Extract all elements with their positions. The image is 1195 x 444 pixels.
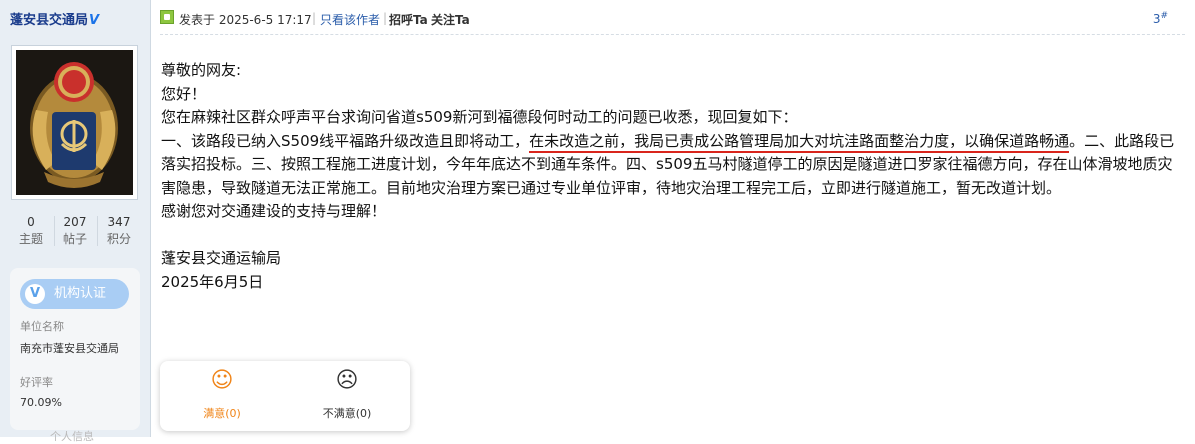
thanks-line: 感谢您对交通建设的支持与理解！ [161, 202, 387, 220]
header-divider [160, 34, 1185, 35]
dissatisfied-label: 不满意(0) [322, 407, 372, 420]
unit-name-value: 南充市蓬安县交通局 [20, 342, 119, 355]
institution-cert-button[interactable]: V 机构认证 [20, 279, 129, 309]
satisfied-button[interactable]: ☺ 满意(0) [172, 369, 272, 421]
stat-topics[interactable]: 0 主题 [6, 214, 56, 248]
post-timestamp: 发表于 2025-6-5 17:17 [179, 13, 312, 27]
author-stats: 0 主题 207 帖子 347 积分 [0, 214, 150, 250]
frown-icon: ☹ [335, 368, 359, 393]
satisfied-label: 满意(0) [203, 407, 241, 420]
good-rating-value: 70.09% [20, 396, 62, 409]
avatar-image [16, 50, 133, 195]
underlined-highlight: 在未改造之前，我局已责成公路管理局加大对坑洼路面整治力度，以确保道路畅通 [529, 131, 1070, 153]
post-body: 尊敬的网友: 您好！ 您在麻辣社区群众呼声平台求询问省道s509新河到福德段何时… [161, 59, 1176, 294]
verified-icon: V [89, 13, 100, 28]
stat-topics-value: 0 [27, 215, 35, 229]
verification-panel: V 机构认证 单位名称 南充市蓬安县交通局 好评率 70.09% [10, 268, 140, 430]
only-author-link[interactable]: 只看该作者 [320, 11, 380, 28]
stats-divider [54, 216, 55, 246]
verified-v-icon: V [25, 284, 45, 304]
stat-posts-value: 207 [63, 215, 87, 229]
stat-topics-label: 主题 [18, 232, 43, 246]
floor-number-link[interactable]: 3# [1153, 11, 1168, 26]
stats-divider [97, 216, 98, 246]
floor-hash-mark: # [1160, 11, 1168, 21]
salutation: 尊敬的网友: [161, 61, 242, 79]
post-header: 发表于 2025-6-5 17:17 | 只看该作者 | 招呼Ta 关注Ta 3… [160, 8, 1180, 30]
stat-posts[interactable]: 207 帖子 [50, 214, 100, 248]
signature-date: 2025年6月5日 [161, 272, 264, 291]
author-sidebar: 蓬安县交通局V 0 主题 207 帖子 347 积分 V 机构认证 单位名称 南… [0, 0, 151, 443]
header-separator: | [312, 11, 317, 25]
signature: 蓬安县交通运输局 [161, 249, 282, 267]
greeting-line: 您好！ [161, 84, 207, 103]
faded-section-label: 个人信息 [50, 430, 94, 443]
avatar[interactable] [11, 45, 138, 200]
stat-posts-label: 帖子 [62, 232, 87, 246]
main-paragraph: 一、该路段已纳入S509线平福路升级改造且即将动工，在未改造之前，我局已责成公路… [161, 130, 1176, 201]
header-separator: | [383, 11, 388, 25]
good-rating-label: 好评率 [20, 376, 53, 389]
author-name[interactable]: 蓬安县交通局 [10, 13, 88, 28]
stat-points[interactable]: 347 积分 [94, 214, 144, 248]
stat-points-value: 347 [107, 215, 131, 229]
cert-button-label: 机构认证 [54, 286, 107, 301]
post-status-icon [160, 10, 174, 24]
rating-box: ☺ 满意(0) ☹ 不满意(0) [160, 361, 410, 431]
stat-points-label: 积分 [106, 232, 131, 246]
main-paragraph-start: 一、该路段已纳入S509线平福路升级改造且即将动工， [161, 131, 530, 150]
follow-button[interactable]: 关注Ta [431, 11, 470, 28]
dissatisfied-button[interactable]: ☹ 不满意(0) [297, 369, 397, 421]
author-username[interactable]: 蓬安县交通局V [10, 9, 99, 28]
unit-name-label: 单位名称 [20, 320, 64, 333]
greet-button[interactable]: 招呼Ta [389, 11, 428, 28]
traffic-badge-emblem-icon [16, 50, 133, 195]
smile-icon: ☺ [210, 368, 234, 393]
intro-paragraph: 您在麻辣社区群众呼声平台求询问省道s509新河到福德段何时动工的问题已收悉，现回… [161, 108, 798, 126]
